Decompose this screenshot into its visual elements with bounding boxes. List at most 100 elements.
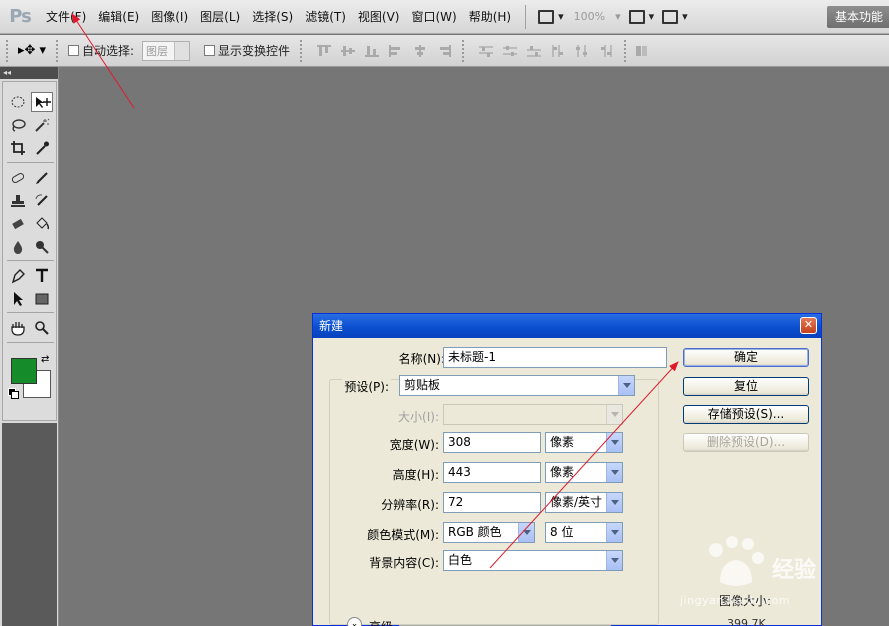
path-selection-tool-icon[interactable] — [7, 289, 29, 309]
bit-depth-value: 8 位 — [550, 525, 574, 539]
tools-panel: ◂◂ ⇄ — [0, 67, 59, 626]
align-left-icon[interactable] — [386, 42, 406, 60]
color-mode-label: 颜色模式(M): — [367, 528, 439, 542]
tools-panel-collapse[interactable]: ◂◂ — [0, 67, 58, 79]
screen-mode-icon[interactable]: ▾ — [658, 6, 692, 28]
chevron-down-icon[interactable] — [606, 551, 622, 570]
move-tool-icon[interactable] — [31, 92, 53, 112]
resolution-input[interactable]: 72 — [443, 492, 541, 513]
workspace-switcher-button[interactable]: 基本功能 — [827, 6, 889, 28]
lasso-tool-icon[interactable] — [7, 115, 29, 135]
ok-button[interactable]: 确定 — [683, 348, 809, 367]
distribute-vertical-center-icon[interactable] — [500, 42, 520, 60]
tools-separator — [7, 342, 54, 343]
dialog-title: 新建 — [319, 319, 344, 333]
size-select — [443, 404, 623, 425]
background-contents-select[interactable]: 白色 — [443, 550, 623, 571]
menu-help[interactable]: 帮助(H) — [463, 0, 517, 34]
zoom-dropdown-icon[interactable]: ▾ — [611, 6, 625, 28]
chevron-down-icon[interactable] — [618, 376, 634, 395]
menu-view[interactable]: 视图(V) — [352, 0, 406, 34]
color-mode-select[interactable]: RGB 颜色 — [443, 522, 535, 543]
tools-grid: ⇄ — [2, 81, 57, 421]
distribute-left-icon[interactable] — [548, 42, 568, 60]
height-unit-select[interactable]: 像素 — [545, 462, 623, 483]
eraser-tool-icon[interactable] — [7, 214, 29, 234]
zoom-tool-icon[interactable] — [31, 318, 53, 338]
chevron-down-icon[interactable] — [606, 493, 622, 512]
menu-layer[interactable]: 图层(L) — [194, 0, 246, 34]
chevron-down-icon[interactable] — [606, 433, 622, 452]
swap-colors-icon[interactable]: ⇄ — [41, 354, 49, 365]
distribute-top-icon[interactable] — [476, 42, 496, 60]
options-bar-grip[interactable] — [6, 39, 12, 62]
menu-select[interactable]: 选择(S) — [246, 0, 299, 34]
auto-select-checkbox[interactable]: 自动选择: — [68, 42, 134, 59]
height-input[interactable]: 443 — [443, 462, 541, 483]
spot-healing-brush-icon[interactable] — [7, 168, 29, 188]
pen-tool-icon[interactable] — [7, 266, 29, 286]
auto-align-layers-icon[interactable] — [632, 42, 652, 60]
auto-select-checkbox-box[interactable] — [68, 45, 79, 56]
advanced-label[interactable]: 高级 — [369, 618, 393, 626]
rectangle-tool-icon[interactable] — [31, 289, 53, 309]
menu-separator — [525, 4, 527, 29]
foreground-color-swatch[interactable] — [11, 358, 37, 384]
name-label: 名称(N): — [398, 352, 445, 366]
magic-wand-tool-icon[interactable] — [31, 115, 53, 135]
show-transform-checkbox-box[interactable] — [204, 45, 216, 56]
reset-button[interactable]: 复位 — [683, 377, 809, 396]
menu-edit[interactable]: 编辑(E) — [92, 0, 145, 34]
history-brush-tool-icon[interactable] — [31, 191, 53, 211]
dialog-title-bar[interactable]: 新建 ✕ — [313, 314, 821, 338]
screen-mode-film-icon[interactable]: ▾ — [534, 6, 568, 28]
distribute-bottom-icon[interactable] — [524, 42, 544, 60]
close-icon[interactable]: ✕ — [800, 317, 817, 334]
preset-select[interactable]: 剪贴板 — [399, 375, 635, 396]
distribute-horizontal-center-icon[interactable] — [572, 42, 592, 60]
type-tool-icon[interactable] — [31, 266, 53, 286]
menu-window[interactable]: 窗口(W) — [405, 0, 462, 34]
elliptical-marquee-tool-icon[interactable] — [7, 92, 29, 112]
align-bottom-icon[interactable] — [362, 42, 382, 60]
eyedropper-tool-icon[interactable] — [31, 138, 53, 158]
zoom-level[interactable]: 100% — [568, 10, 611, 23]
options-separator — [624, 39, 630, 62]
hand-tool-icon[interactable] — [7, 318, 29, 338]
menu-file[interactable]: 文件(F) — [40, 0, 92, 34]
auto-select-target-select[interactable]: 图层 — [142, 40, 191, 61]
blur-tool-icon[interactable] — [7, 237, 29, 257]
name-input[interactable]: 未标题-1 — [443, 347, 667, 368]
move-tool-preset-icon[interactable]: ▸✥ ▾ — [18, 43, 56, 58]
align-vertical-center-icon[interactable] — [338, 42, 358, 60]
menu-image[interactable]: 图像(I) — [145, 0, 194, 34]
clone-stamp-tool-icon[interactable] — [7, 191, 29, 211]
chevron-down-icon[interactable] — [606, 463, 622, 482]
align-horizontal-center-icon[interactable] — [410, 42, 430, 60]
watermark-logo-icon — [709, 536, 764, 586]
image-size-value: 399.7K — [727, 617, 766, 626]
chevron-down-icon[interactable] — [518, 523, 534, 542]
bit-depth-select[interactable]: 8 位 — [545, 522, 623, 543]
default-colors-icon[interactable] — [8, 388, 19, 399]
advanced-expand-icon[interactable]: ⌄ — [347, 617, 362, 626]
distribute-right-icon[interactable] — [596, 42, 616, 60]
dodge-tool-icon[interactable] — [31, 237, 53, 257]
arrange-documents-icon[interactable]: ▾ — [625, 6, 659, 28]
delete-preset-button: 删除预设(D)... — [683, 433, 809, 452]
width-input[interactable]: 308 — [443, 432, 541, 453]
paint-bucket-tool-icon[interactable] — [31, 214, 53, 234]
options-separator — [300, 39, 306, 62]
brush-tool-icon[interactable] — [31, 168, 53, 188]
resolution-unit-select[interactable]: 像素/英寸 — [545, 492, 623, 513]
align-right-icon[interactable] — [434, 42, 454, 60]
crop-tool-icon[interactable] — [7, 138, 29, 158]
chevron-down-icon[interactable] — [606, 523, 622, 542]
show-transform-controls-checkbox[interactable]: 显示变换控件 — [204, 42, 290, 59]
align-top-icon[interactable] — [314, 42, 334, 60]
options-separator — [56, 39, 62, 62]
menu-filter[interactable]: 滤镜(T) — [299, 0, 352, 34]
auto-select-target-value: 图层 — [146, 44, 169, 58]
width-unit-select[interactable]: 像素 — [545, 432, 623, 453]
save-preset-button[interactable]: 存储预设(S)... — [683, 405, 809, 424]
